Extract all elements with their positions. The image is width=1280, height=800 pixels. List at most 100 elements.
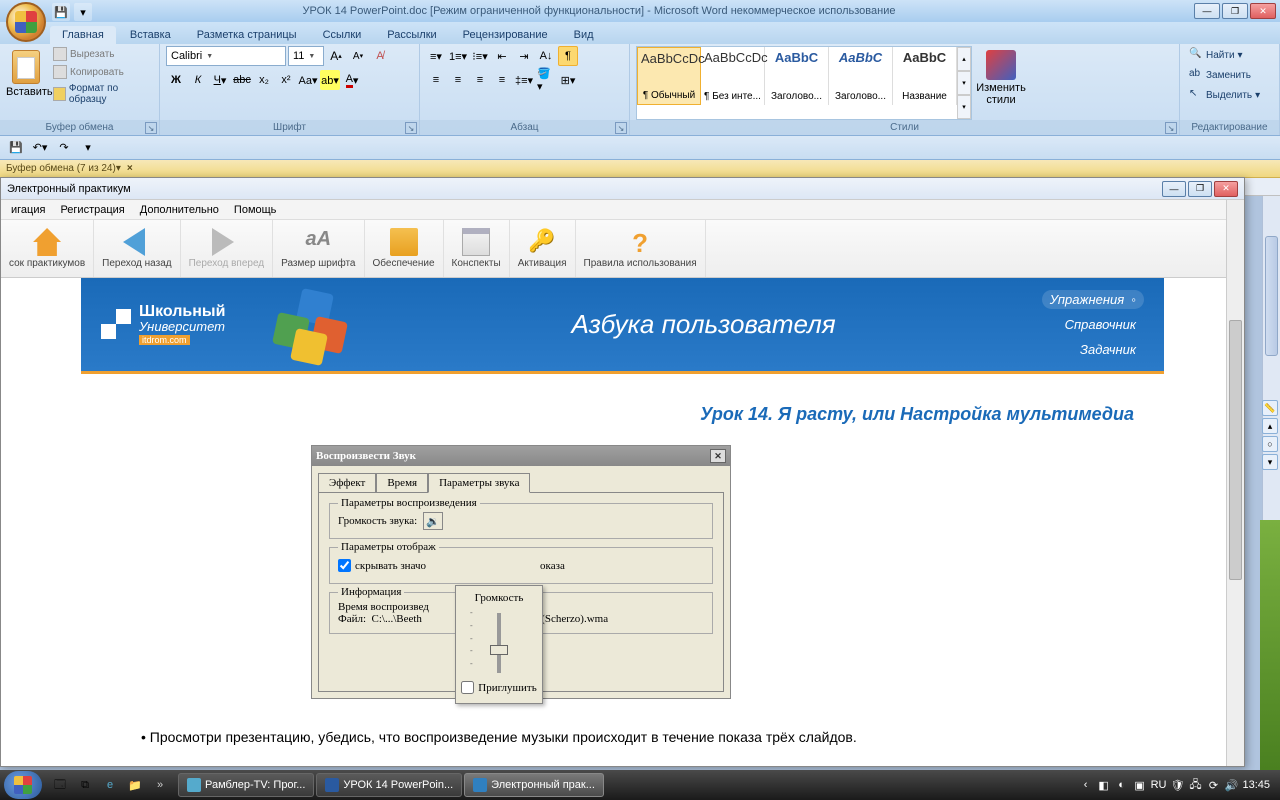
shading-button[interactable]: 🪣▾ xyxy=(536,70,556,90)
font-color-button[interactable]: A▾ xyxy=(342,70,362,90)
paste-button[interactable]: Вставить xyxy=(6,46,46,120)
justify-button[interactable]: ≡ xyxy=(492,70,512,90)
styles-expand[interactable]: ▾ xyxy=(957,95,971,119)
ribbon-tab-insert[interactable]: Вставка xyxy=(118,26,183,44)
bullets-button[interactable]: ≡▾ xyxy=(426,46,446,66)
copy-button[interactable]: Копировать xyxy=(50,64,153,80)
ribbon-tab-home[interactable]: Главная xyxy=(50,26,116,44)
office-button[interactable] xyxy=(6,2,46,42)
ribbon-tab-mailings[interactable]: Рассылки xyxy=(375,26,448,44)
clipboard-launcher[interactable]: ↘ xyxy=(145,122,157,134)
redo-icon[interactable]: ↷ xyxy=(54,138,74,158)
grow-font-button[interactable]: A▴ xyxy=(326,46,346,66)
next-page-icon[interactable]: ▾ xyxy=(1262,454,1278,470)
word-titlebar[interactable]: УРОК 14 PowerPoint.doc [Режим ограниченн… xyxy=(0,0,1280,22)
italic-button[interactable]: К xyxy=(188,70,208,90)
underline-button[interactable]: Ч▾ xyxy=(210,70,230,90)
ql-switch-icon[interactable]: ⧉ xyxy=(73,773,97,797)
ruler-toggle-icon[interactable]: 📏 xyxy=(1262,400,1278,416)
toolbar-notes-button[interactable]: Конспекты xyxy=(444,220,510,277)
mute-checkbox[interactable] xyxy=(461,681,474,694)
style-heading1[interactable]: AaBbCЗаголово... xyxy=(765,47,829,105)
ribbon-tab-view[interactable]: Вид xyxy=(562,26,606,44)
ribbon-tab-layout[interactable]: Разметка страницы xyxy=(185,26,309,44)
subscript-button[interactable]: x₂ xyxy=(254,70,274,90)
banner-link-problems[interactable]: Задачник xyxy=(1042,340,1144,359)
align-left-button[interactable]: ≡ xyxy=(426,70,446,90)
menu-help[interactable]: Помощь xyxy=(228,202,283,218)
toolbar-home-button[interactable]: сок практикумов xyxy=(1,220,94,277)
toolbar-fontsize-button[interactable]: aAРазмер шрифта xyxy=(273,220,364,277)
practicum-scrollbar[interactable] xyxy=(1226,200,1244,766)
tray-volume-icon[interactable]: 🔊 xyxy=(1224,778,1238,792)
styles-gallery[interactable]: AaBbCcDc¶ Обычный AaBbCcDc¶ Без инте... … xyxy=(636,46,972,120)
borders-button[interactable]: ⊞▾ xyxy=(558,70,578,90)
style-heading2[interactable]: AaBbCЗаголово... xyxy=(829,47,893,105)
volume-button[interactable]: 🔉 xyxy=(423,512,443,530)
change-styles-button[interactable]: Изменить стили xyxy=(976,46,1026,120)
scrollbar-thumb[interactable] xyxy=(1265,236,1278,356)
tray-network-icon[interactable]: 🖧 xyxy=(1188,778,1202,792)
toolbar-forward-button[interactable]: Переход вперед xyxy=(181,220,274,277)
tray-shield-icon[interactable]: 🛡 xyxy=(1170,778,1184,792)
tray-app1-icon[interactable]: ◧ xyxy=(1097,778,1111,792)
shrink-font-button[interactable]: A▾ xyxy=(348,46,368,66)
tray-app3-icon[interactable]: ▣ xyxy=(1133,778,1147,792)
highlight-button[interactable]: ab▾ xyxy=(320,70,340,90)
sound-dialog-titlebar[interactable]: Воспроизвести Звук ✕ xyxy=(312,446,730,466)
toolbar-activation-button[interactable]: 🔑Активация xyxy=(510,220,576,277)
style-normal[interactable]: AaBbCcDc¶ Обычный xyxy=(637,47,701,105)
strike-button[interactable]: abc xyxy=(232,70,252,90)
clear-format-button[interactable]: A̸ xyxy=(370,46,390,66)
volume-slider[interactable]: ----- xyxy=(462,608,536,678)
align-right-button[interactable]: ≡ xyxy=(470,70,490,90)
browse-object-icon[interactable]: ○ xyxy=(1262,436,1278,452)
practicum-close-button[interactable]: ✕ xyxy=(1214,181,1238,197)
practicum-titlebar[interactable]: Электронный практикум — ❐ ✕ xyxy=(1,178,1244,200)
menu-navigation[interactable]: игация xyxy=(5,202,51,218)
indent-inc-button[interactable]: ⇥ xyxy=(514,46,534,66)
word-close-button[interactable]: ✕ xyxy=(1250,3,1276,19)
ql-ie-icon[interactable]: e xyxy=(98,773,122,797)
clock[interactable]: 13:45 xyxy=(1242,779,1270,791)
qat-customize[interactable]: ▾ xyxy=(78,138,98,158)
styles-scroll-down[interactable]: ▾ xyxy=(957,71,971,95)
ribbon-tab-review[interactable]: Рецензирование xyxy=(451,26,560,44)
practicum-content[interactable]: Школьный Университет itdrom.com Азбука п… xyxy=(1,278,1244,766)
font-launcher[interactable]: ↘ xyxy=(405,122,417,134)
save-icon[interactable]: 💾 xyxy=(6,138,26,158)
bold-button[interactable]: Ж xyxy=(166,70,186,90)
font-name-combo[interactable]: Calibri▼ xyxy=(166,46,286,66)
styles-scroll-up[interactable]: ▴ xyxy=(957,47,971,71)
practicum-scroll-thumb[interactable] xyxy=(1229,320,1242,580)
sort-button[interactable]: A↓ xyxy=(536,46,556,66)
qat-save-icon[interactable]: 💾 xyxy=(52,3,70,21)
clipboard-pane-header[interactable]: Буфер обмена (7 из 24) ▾ × xyxy=(0,160,1280,178)
font-size-combo[interactable]: 11▼ xyxy=(288,46,324,66)
cut-button[interactable]: Вырезать xyxy=(50,46,153,62)
hide-icon-checkbox[interactable] xyxy=(338,559,351,572)
prev-page-icon[interactable]: ▴ xyxy=(1262,418,1278,434)
volume-thumb[interactable] xyxy=(490,645,508,655)
styles-launcher[interactable]: ↘ xyxy=(1165,122,1177,134)
ribbon-tab-references[interactable]: Ссылки xyxy=(311,26,374,44)
dialog-tab-timing[interactable]: Время xyxy=(376,473,428,493)
menu-registration[interactable]: Регистрация xyxy=(54,202,130,218)
select-button[interactable]: ↖Выделить ▾ xyxy=(1186,86,1263,104)
tray-expand-icon[interactable]: ‹ xyxy=(1079,778,1093,792)
change-case-button[interactable]: Aa▾ xyxy=(298,70,318,90)
replace-button[interactable]: abЗаменить xyxy=(1186,66,1263,84)
taskbar-item-word[interactable]: УРОК 14 PowerPoin... xyxy=(316,773,462,797)
tray-app2-icon[interactable]: ◐ xyxy=(1115,778,1129,792)
toolbar-back-button[interactable]: Переход назад xyxy=(94,220,180,277)
multilevel-button[interactable]: ⁝≡▾ xyxy=(470,46,490,66)
superscript-button[interactable]: x² xyxy=(276,70,296,90)
find-button[interactable]: 🔍Найти ▾ xyxy=(1186,46,1263,64)
banner-link-reference[interactable]: Справочник xyxy=(1042,315,1144,334)
toolbar-resources-button[interactable]: Обеспечение xyxy=(365,220,444,277)
dialog-tab-sound-params[interactable]: Параметры звука xyxy=(428,473,530,493)
show-marks-button[interactable]: ¶ xyxy=(558,46,578,66)
paragraph-launcher[interactable]: ↘ xyxy=(615,122,627,134)
ql-show-desktop-icon[interactable]: 🗔 xyxy=(48,773,72,797)
line-spacing-button[interactable]: ‡≡▾ xyxy=(514,70,534,90)
